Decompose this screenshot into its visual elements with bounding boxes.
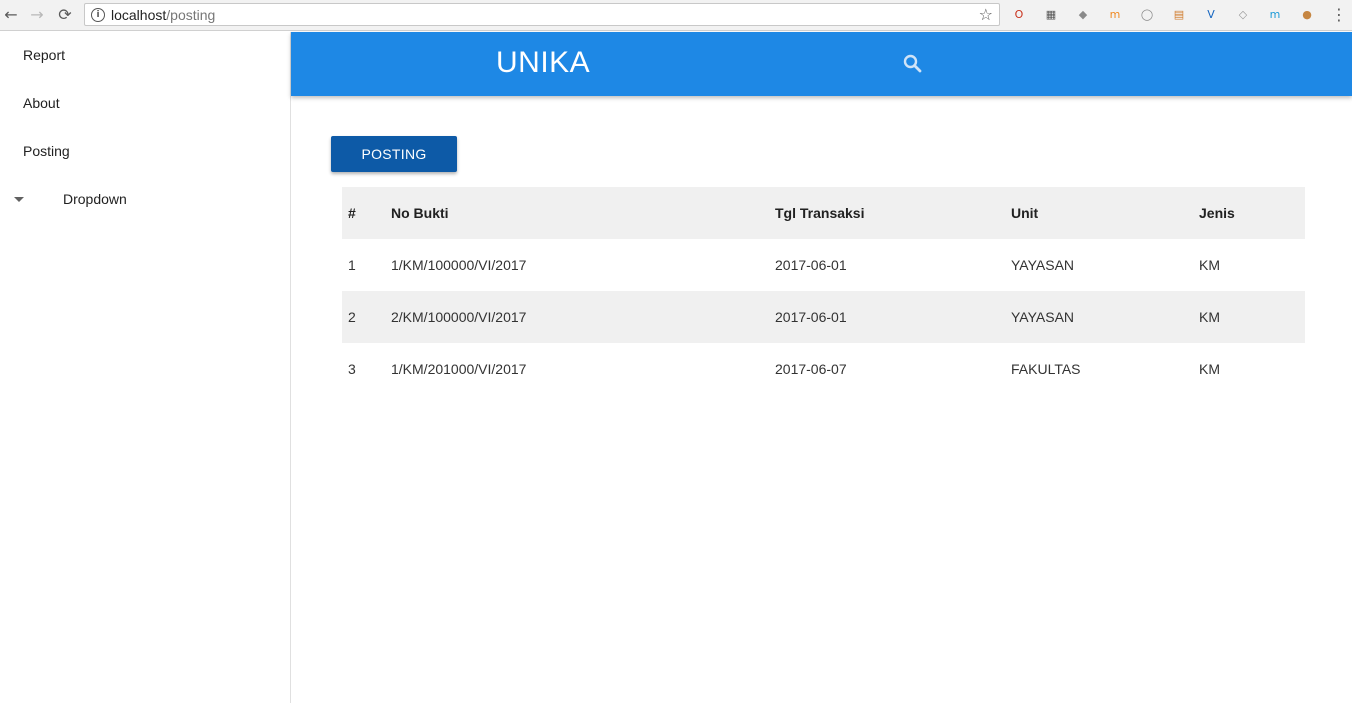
sidebar: Report About Posting Dropdown xyxy=(0,32,291,703)
posting-button[interactable]: POSTING xyxy=(331,136,457,172)
diamond-icon[interactable]: ◇ xyxy=(1235,6,1251,22)
column-header-jenis[interactable]: Jenis xyxy=(1193,187,1305,239)
posting-table: # No Bukti Tgl Transaksi Unit Jenis 1 1/… xyxy=(342,187,1305,395)
cell-tgl-transaksi: 2017-06-07 xyxy=(775,361,847,377)
cell-no-bukti: 1/KM/201000/VI/2017 xyxy=(391,361,527,377)
app-bar: UNIKA xyxy=(291,32,1352,96)
cell-unit: YAYASAN xyxy=(1011,257,1075,273)
sidebar-item-about[interactable]: About xyxy=(23,95,60,111)
sidebar-item-report[interactable]: Report xyxy=(23,47,65,63)
reload-icon[interactable]: ⟳ xyxy=(54,3,76,25)
cube-icon[interactable]: ◆ xyxy=(1075,6,1091,22)
url-host: localhost xyxy=(111,6,167,23)
qr-icon[interactable]: ▦ xyxy=(1043,6,1059,22)
m-orange-icon[interactable]: m xyxy=(1107,6,1123,22)
column-header-unit[interactable]: Unit xyxy=(1005,187,1193,239)
circle-icon[interactable]: ◯ xyxy=(1139,6,1155,22)
cookie-icon[interactable]: ● xyxy=(1299,6,1315,22)
cell-jenis: KM xyxy=(1193,291,1305,343)
table-header-row: # No Bukti Tgl Transaksi Unit Jenis xyxy=(342,187,1305,239)
cell-no-bukti: 2/KM/100000/VI/2017 xyxy=(385,291,769,343)
search-icon[interactable] xyxy=(901,52,925,76)
m-circle-icon[interactable]: m xyxy=(1267,6,1283,22)
bookmark-star-icon[interactable]: ☆ xyxy=(979,5,993,24)
browser-menu-icon[interactable]: ⋮ xyxy=(1328,3,1350,25)
cell-unit: FAKULTAS xyxy=(1011,361,1081,377)
cell-number: 3 xyxy=(348,361,356,377)
table-row[interactable]: 1 1/KM/100000/VI/2017 2017-06-01 YAYASAN… xyxy=(342,239,1305,291)
cell-no-bukti: 1/KM/100000/VI/2017 xyxy=(391,257,527,273)
cell-jenis: KM xyxy=(1199,257,1220,273)
cell-number: 2 xyxy=(342,291,385,343)
cell-jenis: KM xyxy=(1199,361,1220,377)
opera-icon[interactable]: O xyxy=(1011,6,1027,22)
browser-toolbar: ← → ⟳ i localhost/posting ☆ O ▦ ◆ m ◯ ▤ V ◇ m ● ⋮ xyxy=(0,0,1352,31)
cell-unit: YAYASAN xyxy=(1005,291,1193,343)
column-header-number[interactable]: # xyxy=(342,187,385,239)
column-header-no-bukti[interactable]: No Bukti xyxy=(385,187,769,239)
sidebar-item-posting[interactable]: Posting xyxy=(23,143,70,159)
cell-number: 1 xyxy=(348,257,356,273)
column-header-tgl-transaksi[interactable]: Tgl Transaksi xyxy=(769,187,1005,239)
note-icon[interactable]: ▤ xyxy=(1171,6,1187,22)
sidebar-item-dropdown[interactable]: Dropdown xyxy=(63,191,127,207)
cell-tgl-transaksi: 2017-06-01 xyxy=(775,257,847,273)
cell-tgl-transaksi: 2017-06-01 xyxy=(769,291,1005,343)
v-icon[interactable]: V xyxy=(1203,6,1219,22)
info-icon[interactable]: i xyxy=(91,7,105,22)
table-row[interactable]: 2 2/KM/100000/VI/2017 2017-06-01 YAYASAN… xyxy=(342,291,1305,343)
address-bar[interactable]: i localhost/posting ☆ xyxy=(84,3,1000,26)
url-path: /posting xyxy=(166,6,216,23)
dropdown-arrow-icon[interactable] xyxy=(14,197,24,202)
forward-icon[interactable]: → xyxy=(26,3,48,25)
table-row[interactable]: 3 1/KM/201000/VI/2017 2017-06-07 FAKULTA… xyxy=(342,343,1305,395)
back-icon[interactable]: ← xyxy=(0,3,22,25)
app-title: UNIKA xyxy=(496,46,591,79)
